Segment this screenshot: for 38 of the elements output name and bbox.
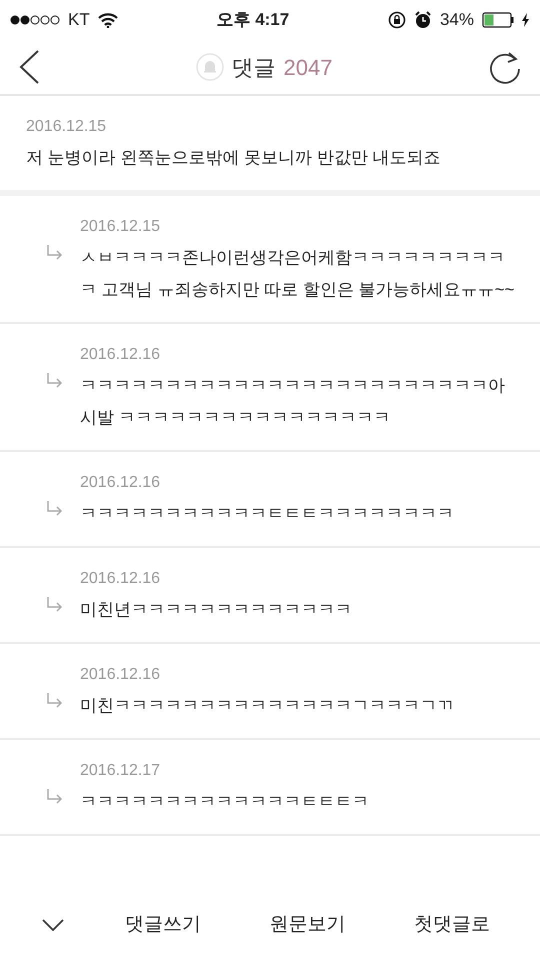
reply-text: ㅋㅋㅋㅋㅋㅋㅋㅋㅋㅋㅋㅋㅋㅋㅋㅋㅋㅋㅋㅋㅋㅋㅋㅋ아시발 ㅋㅋㅋㅋㅋㅋㅋㅋㅋㅋㅋㅋㅋㅋㅋㅋ bbox=[80, 375, 506, 429]
bottom-bar-button[interactable]: 원문보기 bbox=[261, 906, 354, 944]
chevron-down-icon[interactable] bbox=[42, 919, 64, 931]
reply-arrow-icon bbox=[46, 244, 64, 262]
reply-text: ㅅㅂㅋㅋㅋㅋ존나이런생각은어케함ㅋㅋㅋㅋㅋㅋㅋㅋㅋㅋ 고객님 ㅠ죄송하지만 따로 할인은 불가능하세요ㅠㅠ~~ bbox=[80, 247, 516, 301]
battery-percent: 34% bbox=[440, 9, 474, 32]
rotation-lock-icon bbox=[388, 11, 406, 29]
back-icon[interactable] bbox=[18, 50, 40, 84]
comment-text: 저 눈병이라 왼쪽눈으로밖에 못보니까 반값만 내도되죠 bbox=[26, 147, 442, 169]
comment-date: 2016.12.15 bbox=[26, 117, 108, 137]
reply-arrow-icon bbox=[46, 596, 64, 614]
reply-arrow-icon bbox=[46, 692, 64, 710]
reply-date: 2016.12.16 bbox=[80, 665, 162, 685]
signal-icon bbox=[10, 15, 60, 25]
battery-icon bbox=[482, 12, 514, 28]
bottom-bar-button[interactable]: 댓글쓰기 bbox=[116, 906, 209, 944]
reply-text: ㅋㅋㅋㅋㅋㅋㅋㅋㅋㅋㅋㅋㅋㅌㅌㅌㅋ bbox=[80, 791, 370, 813]
wifi-icon bbox=[98, 12, 118, 28]
reply-date: 2016.12.16 bbox=[80, 569, 162, 589]
header-title: 댓글 bbox=[232, 54, 276, 82]
alarm-icon bbox=[414, 11, 432, 29]
reply-arrow-icon bbox=[46, 500, 64, 518]
reply-text: 미친ㅋㅋㅋㅋㅋㅋㅋㅋㅋㅋㅋㅋㅋㅋㄱㅋㅋㅋㄱㄲ bbox=[80, 695, 455, 717]
reply-date: 2016.12.16 bbox=[80, 473, 162, 493]
reply-arrow-icon bbox=[46, 788, 64, 806]
carrier-name: KT bbox=[68, 9, 90, 32]
reply-date: 2016.12.16 bbox=[80, 345, 162, 365]
reply-date: 2016.12.15 bbox=[80, 217, 162, 237]
reply-arrow-icon bbox=[46, 372, 64, 390]
status-time: 오후 4:17 bbox=[216, 9, 290, 32]
charging-icon bbox=[522, 13, 530, 27]
refresh-icon[interactable] bbox=[488, 50, 522, 84]
bell-icon bbox=[196, 53, 224, 81]
reply-date: 2016.12.17 bbox=[80, 761, 162, 781]
bottom-bar-button[interactable]: 첫댓글로 bbox=[406, 906, 498, 944]
reply-text: ㅋㅋㅋㅋㅋㅋㅋㅋㅋㅋㅋㅌㅌㅌㅋㅋㅋㅋㅋㅋㅋㅋ bbox=[80, 503, 455, 525]
comment-count: 2047 bbox=[284, 54, 332, 82]
reply-text: 미친년ㅋㅋㅋㅋㅋㅋㅋㅋㅋㅋㅋㅋㅋ bbox=[80, 599, 353, 621]
